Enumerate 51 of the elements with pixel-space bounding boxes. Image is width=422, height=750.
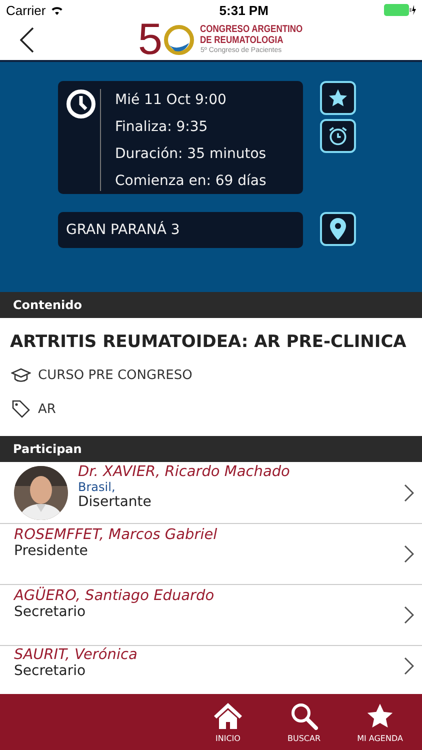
tab-bar-item[interactable]: MI AGENDA [342, 694, 418, 750]
logo-ring-drawing [164, 23, 194, 57]
location-button[interactable] [320, 212, 356, 246]
participant-row[interactable]: ROSEMFFET, Marcos Gabriel Presidente [0, 524, 422, 585]
search-icon [290, 702, 318, 730]
chevron-icon [404, 606, 414, 624]
participant-role: Presidente [14, 543, 89, 559]
participant-role: Secretario [14, 604, 87, 620]
chevron-icon [404, 545, 414, 563]
room-field: GRAN PARANÁ 3 [58, 212, 303, 248]
tab-bar-item[interactable]: INICIO [190, 694, 266, 750]
back-icon [20, 27, 34, 53]
logo-title: DE REUMATOLOGIA [200, 35, 285, 46]
participant-row[interactable]: AGÜERO, Santiago Eduardo Secretario [0, 585, 422, 646]
chevron-icon [404, 657, 414, 675]
participant-role: Disertante [78, 494, 152, 510]
home-icon [213, 702, 243, 730]
star-icon [328, 88, 348, 108]
clock-icon [66, 89, 96, 119]
logo-number: 5 [138, 20, 162, 60]
alarm-clock-icon [327, 125, 349, 147]
participant-role: Secretario [14, 663, 87, 679]
star-icon [366, 702, 394, 730]
participant-country: Brasil, [78, 480, 116, 494]
wifi-icon [50, 4, 64, 16]
schedule-text: Mié 11 Oct 9:00 [115, 92, 228, 110]
participant-row[interactable]: Dr. XAVIER, Ricardo Machado Brasil, Disertante [0, 462, 422, 524]
tag-icon [11, 399, 31, 419]
tab-bar-item[interactable]: BUSCAR [266, 694, 342, 750]
carrier-name: Carrier [6, 2, 46, 18]
participant-name: Dr. XAVIER, Ricardo Machado [78, 464, 291, 480]
clock-time: 5:31 PM [219, 2, 268, 18]
schedule-text: Duración: 35 minutos [115, 146, 266, 164]
favorite-button[interactable] [320, 81, 356, 115]
location-pin-icon [329, 217, 347, 241]
graduation-cap-icon [11, 367, 31, 383]
participant-row[interactable]: SAURIT, Verónica Secretario [0, 646, 422, 686]
section-header: Contenido [0, 292, 422, 318]
course-type: CURSO PRE CONGRESO [38, 368, 192, 382]
session-title: ARTRITIS REUMATOIDEA: AR PRE-CLINICA [9, 331, 408, 352]
participant-name: SAURIT, Verónica [14, 647, 138, 663]
tag-label: AR [38, 402, 56, 416]
schedule-text: Comienza en: 69 días [115, 173, 266, 191]
schedule-text: Finaliza: 9:35 [115, 119, 209, 137]
battery-icon [384, 4, 416, 16]
alarm-button[interactable] [320, 119, 356, 153]
participant-name: AGÜERO, Santiago Eduardo [14, 588, 216, 604]
logo-title: CONGRESO ARGENTINO [200, 24, 304, 35]
participant-name: ROSEMFFET, Marcos Gabriel [14, 527, 218, 543]
chevron-icon [404, 484, 414, 502]
section-header: Participan [0, 436, 422, 462]
